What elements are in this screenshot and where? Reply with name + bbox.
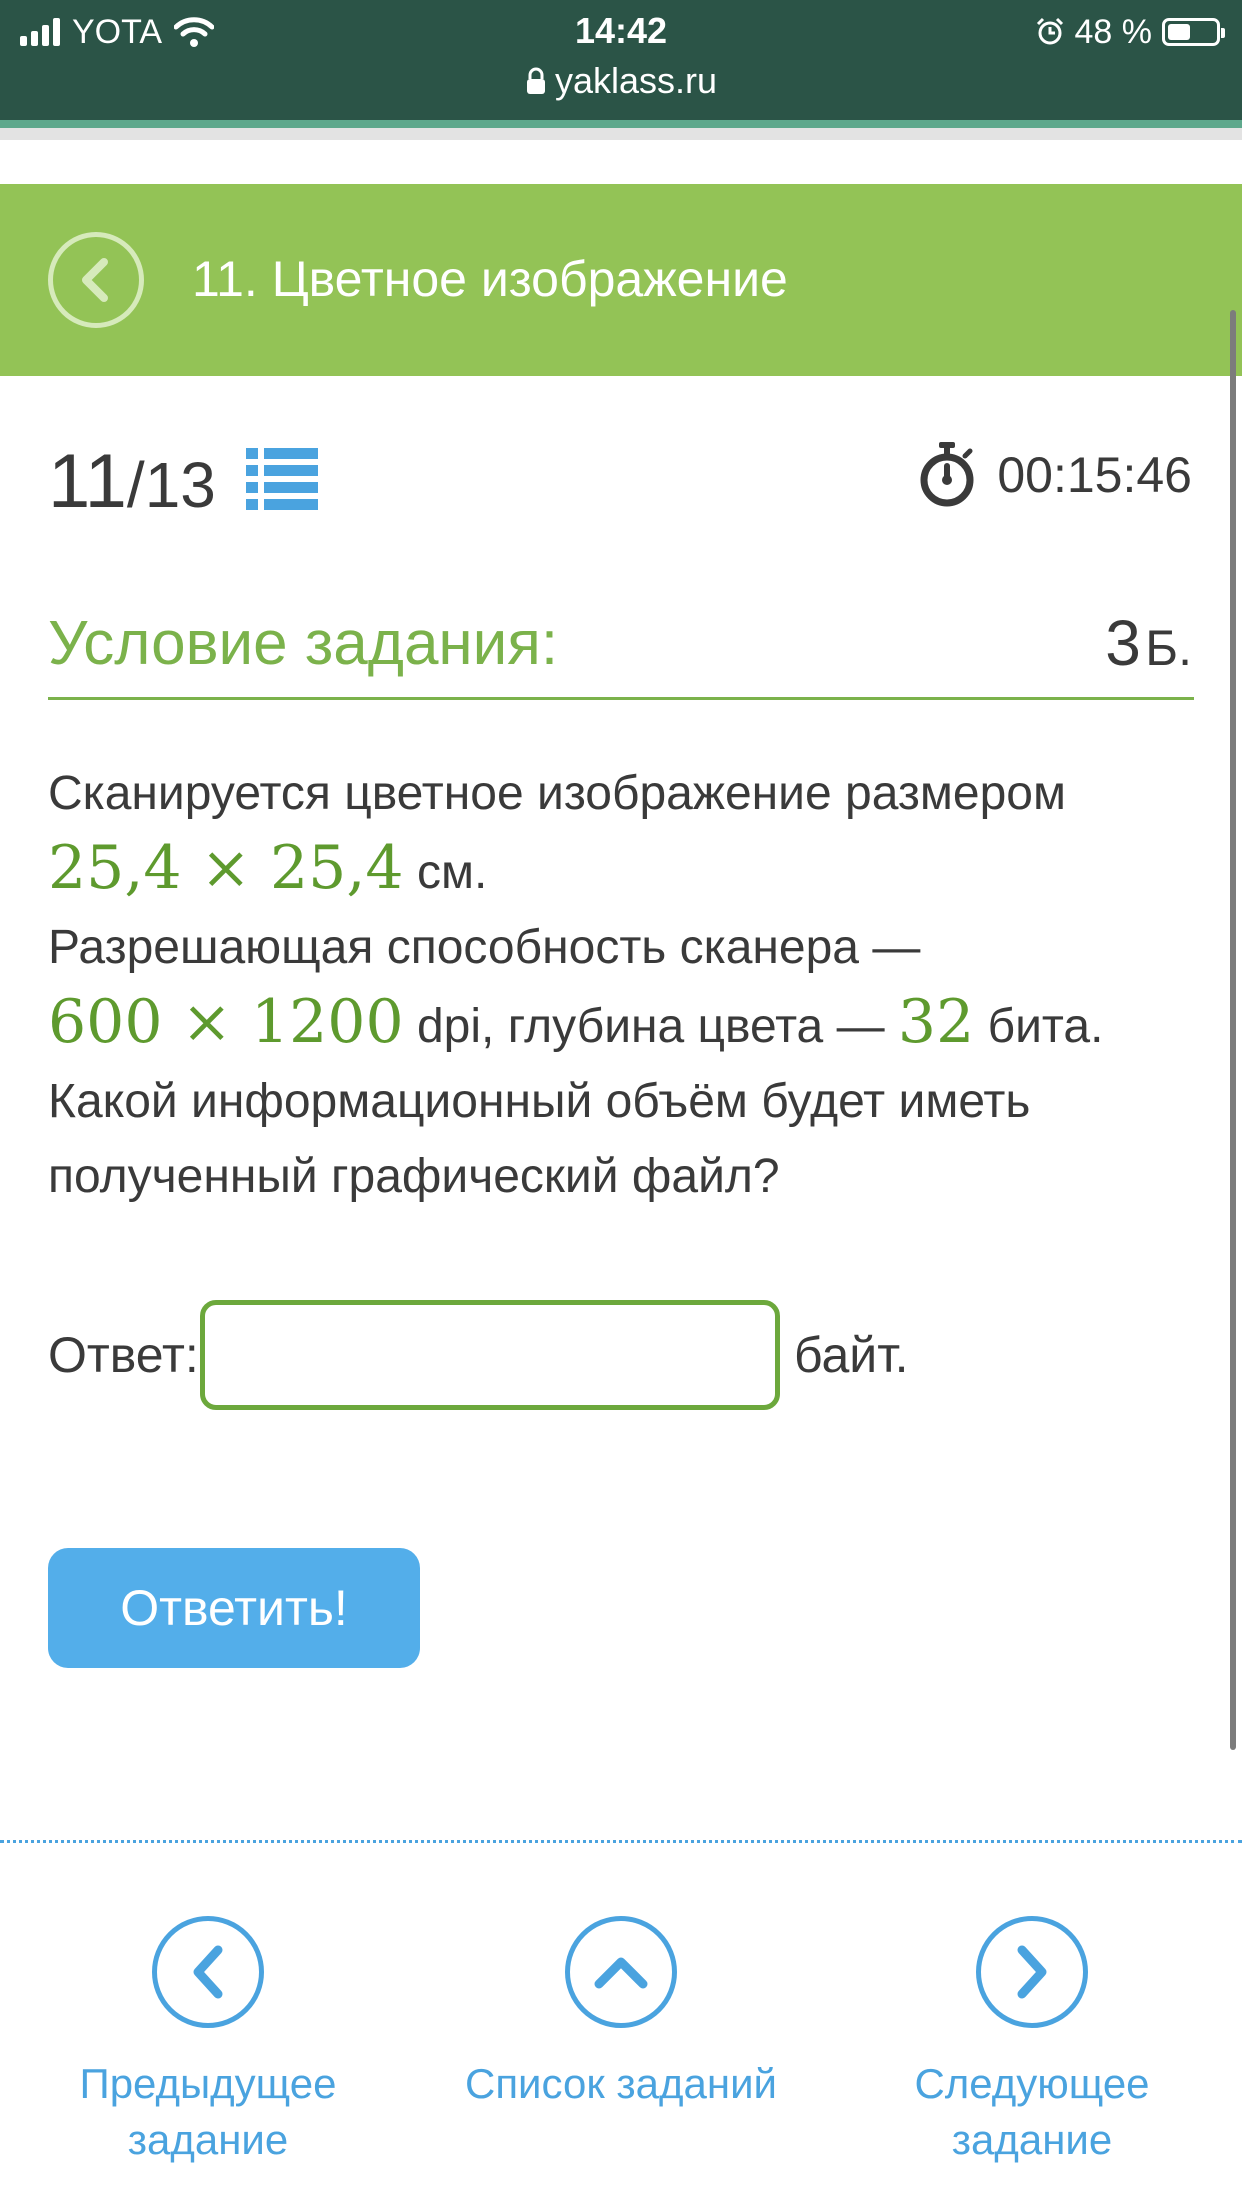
task-line: Сканируется цветное изображение размером (48, 756, 1194, 831)
task-text-fragment: Разрешающая способность сканера — (48, 921, 921, 974)
previous-task-label-line1: Предыдущее (79, 2060, 337, 2107)
status-bar: YOTA 14:42 yaklass.ru 48 % (0, 0, 1242, 128)
footer-separator (0, 1840, 1242, 1843)
previous-task-button[interactable] (152, 1916, 264, 2028)
current-task-number: 11 (48, 439, 127, 524)
answer-unit: байт. (794, 1327, 909, 1383)
points-unit: Б. (1145, 620, 1192, 676)
task-line: 25,4 × 25,4 см. (48, 831, 1194, 910)
battery-percent: 48 % (1074, 12, 1153, 51)
next-task-label-line2: задание (951, 2116, 1113, 2163)
task-list-label[interactable]: Список заданий (451, 2056, 791, 2112)
lock-icon (526, 67, 545, 94)
condition-divider (48, 697, 1194, 700)
status-right: 48 % (1035, 12, 1225, 52)
stopwatch-icon (920, 442, 974, 507)
task-text-fragment: Какой информационный объём будет иметь (48, 1075, 1031, 1128)
next-task-button[interactable] (976, 1916, 1088, 2028)
condition-title: Условие задания: (48, 609, 559, 678)
timer: 00:15:46 (917, 442, 1192, 508)
answer-input[interactable] (200, 1300, 780, 1410)
points-label: 3 Б. (1105, 606, 1192, 680)
next-task-link[interactable]: Следующее задание (862, 1916, 1202, 2168)
timer-value: 00:15:46 (997, 447, 1192, 503)
scrollbar[interactable] (1230, 310, 1236, 1750)
next-task-label[interactable]: Следующее задание (862, 2056, 1202, 2168)
task-text-fragment: Сканируется цветное изображение размером (48, 767, 1066, 820)
total-task-count: /13 (126, 449, 216, 521)
task-text-fragment: бита. (974, 1000, 1104, 1053)
task-text-fragment: см. (403, 846, 488, 899)
task-text: Сканируется цветное изображение размером… (48, 756, 1194, 1214)
submit-answer-button[interactable]: Ответить! (48, 1548, 420, 1668)
points-value: 3 (1105, 607, 1141, 679)
chevron-left-icon (82, 258, 108, 302)
task-text-fragment: полученный графический файл? (48, 1150, 780, 1203)
status-divider (0, 120, 1242, 128)
chevron-left-icon (193, 1945, 223, 1999)
url-bar[interactable]: yaklass.ru (0, 60, 1242, 102)
lesson-header: 11. Цветное изображение (0, 184, 1242, 376)
next-task-label-line1: Следующее (914, 2060, 1150, 2107)
math-size: 25,4 × 25,4 (48, 833, 404, 903)
chevron-up-icon (594, 1957, 648, 1989)
task-text-fragment: dpi, глубина цвета — (403, 1000, 898, 1053)
chevron-right-icon (1017, 1945, 1047, 1999)
previous-task-link[interactable]: Предыдущее задание (38, 1916, 378, 2168)
answer-label: Ответ: (48, 1327, 199, 1383)
lesson-title: 11. Цветное изображение (192, 251, 788, 307)
url-text: yaklass.ru (554, 60, 718, 101)
back-button[interactable] (48, 232, 144, 328)
previous-task-label[interactable]: Предыдущее задание (38, 2056, 378, 2168)
math-depth: 32 (897, 987, 975, 1057)
task-line: 600 × 1200 dpi, глубина цвета — 32 бита. (48, 985, 1194, 1064)
battery-icon (1162, 18, 1225, 46)
task-list-link[interactable]: Список заданий (451, 1916, 791, 2112)
task-line: Какой информационный объём будет иметь (48, 1064, 1194, 1139)
task-line: полученный графический файл? (48, 1139, 1194, 1214)
task-list-button[interactable] (565, 1916, 677, 2028)
task-line: Разрешающая способность сканера — (48, 910, 1194, 985)
previous-task-label-line2: задание (127, 2116, 289, 2163)
alarm-icon (1036, 17, 1063, 45)
task-list-icon[interactable] (246, 448, 318, 512)
toolbar-shadow (0, 128, 1242, 140)
math-resolution: 600 × 1200 (48, 987, 404, 1057)
task-progress: 11/13 (48, 438, 216, 525)
